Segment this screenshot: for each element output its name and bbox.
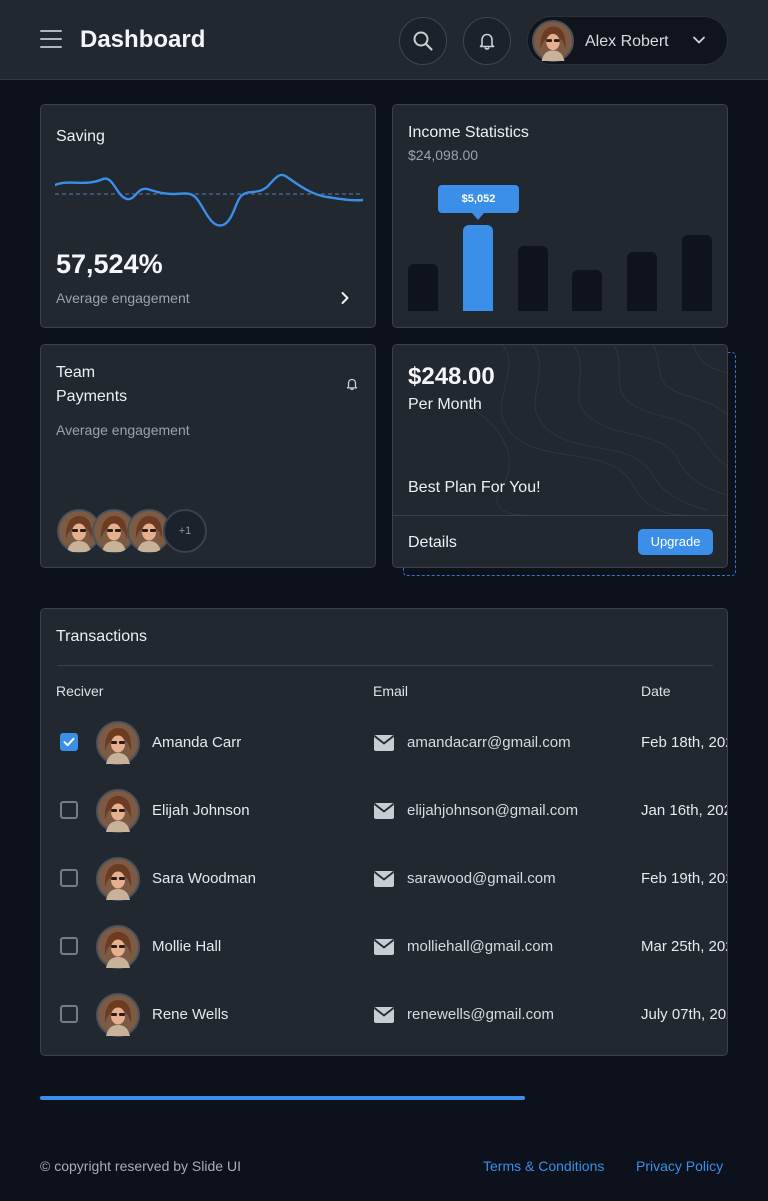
income-statistics-card: Income Statistics $24,098.00 $5,052 xyxy=(392,104,728,328)
saving-title: Saving xyxy=(56,128,105,145)
top-header: Dashboard Alex Robert xyxy=(0,0,768,80)
transaction-date: Jan 16th, 2023 xyxy=(641,802,727,819)
column-header-date[interactable]: Date xyxy=(641,683,671,699)
plan-price: $248.00 xyxy=(408,363,495,390)
transaction-date: Feb 19th, 2023 xyxy=(641,870,727,887)
horizontal-scrollbar[interactable] xyxy=(40,1096,728,1100)
menu-icon[interactable] xyxy=(40,30,62,50)
table-row[interactable]: Amanda Carr amandacarr@gmail.com Feb 18th,… xyxy=(41,709,727,777)
receiver-email[interactable]: molliehall@gmail.com xyxy=(407,938,553,955)
search-button[interactable] xyxy=(399,17,447,65)
row-checkbox[interactable] xyxy=(60,733,78,751)
avatar xyxy=(96,925,140,969)
mail-icon xyxy=(373,735,395,751)
scrollbar-thumb[interactable] xyxy=(40,1096,526,1100)
receiver-email[interactable]: renewells@gmail.com xyxy=(407,1006,554,1023)
receiver-name: Rene Wells xyxy=(152,1006,229,1023)
mail-icon xyxy=(373,939,395,955)
avatar xyxy=(96,857,140,901)
income-title: Income Statistics xyxy=(408,124,529,141)
mail-icon xyxy=(373,1007,395,1023)
mail-icon xyxy=(373,803,395,819)
team-caption: Average engagement xyxy=(56,422,190,438)
terms-link[interactable]: Terms & Conditions xyxy=(483,1158,604,1174)
avatar xyxy=(96,789,140,833)
user-menu[interactable]: Alex Robert xyxy=(527,16,728,65)
receiver-name: Amanda Carr xyxy=(152,734,242,751)
row-checkbox[interactable] xyxy=(60,1005,78,1023)
team-title-line1: Team xyxy=(56,364,96,381)
team-payments-card: Team Payments Average engagement +1 xyxy=(40,344,376,568)
plan-card: $248.00 Per Month Best Plan For You! Det… xyxy=(392,344,728,568)
privacy-link[interactable]: Privacy Policy xyxy=(636,1158,723,1174)
income-bar[interactable] xyxy=(518,246,548,311)
receiver-name: Mollie Hall xyxy=(152,938,222,955)
column-header-email[interactable]: Email xyxy=(373,683,408,699)
column-header-receiver[interactable]: Reciver xyxy=(56,683,103,699)
row-checkbox[interactable] xyxy=(60,801,78,819)
upgrade-button[interactable]: Upgrade xyxy=(638,529,713,555)
transactions-divider xyxy=(57,665,713,666)
bell-icon[interactable] xyxy=(345,377,359,391)
user-avatar xyxy=(532,20,574,62)
plan-tagline: Best Plan For You! xyxy=(408,479,541,496)
transaction-date: July 07th, 2023 xyxy=(641,1006,727,1023)
income-bar[interactable] xyxy=(463,225,493,311)
row-checkbox[interactable] xyxy=(60,869,78,887)
search-icon xyxy=(413,31,433,51)
saving-caption: Average engagement xyxy=(56,290,190,306)
notifications-button[interactable] xyxy=(463,17,511,65)
plan-period: Per Month xyxy=(408,396,482,413)
user-name: Alex Robert xyxy=(585,33,669,50)
check-icon xyxy=(63,737,75,747)
copyright-text: © copyright reserved by Slide UI xyxy=(40,1158,241,1174)
table-row[interactable]: Mollie Hall molliehall@gmail.com Mar 25th,… xyxy=(41,913,727,981)
table-row[interactable]: Rene Wells renewells@gmail.com July 07th, … xyxy=(41,981,727,1049)
transactions-title: Transactions xyxy=(56,628,147,645)
page-title: Dashboard xyxy=(80,26,206,53)
receiver-email[interactable]: amandacarr@gmail.com xyxy=(407,734,571,751)
avatar xyxy=(96,721,140,765)
row-checkbox[interactable] xyxy=(60,937,78,955)
income-total: $24,098.00 xyxy=(408,147,479,163)
saving-sparkline xyxy=(55,173,363,227)
mail-icon xyxy=(373,871,395,887)
saving-card: Saving 57,524% Average engagement xyxy=(40,104,376,328)
table-row[interactable]: Sara Woodman sarawood@gmail.com Feb 19th, … xyxy=(41,845,727,913)
chevron-down-icon xyxy=(693,36,705,44)
avatar xyxy=(96,993,140,1037)
income-bar[interactable] xyxy=(572,270,602,311)
income-tooltip: $5,052 xyxy=(438,185,519,220)
team-title-line2: Payments xyxy=(56,388,128,405)
more-members-badge[interactable]: +1 xyxy=(163,509,207,553)
receiver-name: Elijah Johnson xyxy=(152,802,250,819)
income-bar[interactable] xyxy=(627,252,657,311)
receiver-email[interactable]: elijahjohnson@gmail.com xyxy=(407,802,578,819)
transactions-card: Transactions Reciver Email Date Amanda C… xyxy=(40,608,728,1056)
income-bar[interactable] xyxy=(408,264,438,311)
saving-value: 57,524% xyxy=(56,249,163,279)
income-bar[interactable] xyxy=(682,235,712,311)
receiver-email[interactable]: sarawood@gmail.com xyxy=(407,870,556,887)
chevron-right-icon[interactable] xyxy=(339,291,351,305)
details-link[interactable]: Details xyxy=(408,534,457,552)
receiver-name: Sara Woodman xyxy=(152,870,256,887)
plan-divider xyxy=(393,515,727,516)
transaction-date: Mar 25th, 2023 xyxy=(641,938,727,955)
bell-icon xyxy=(479,33,495,50)
transaction-date: Feb 18th, 2023 xyxy=(641,734,727,751)
table-row[interactable]: Elijah Johnson elijahjohnson@gmail.com Jan… xyxy=(41,777,727,845)
